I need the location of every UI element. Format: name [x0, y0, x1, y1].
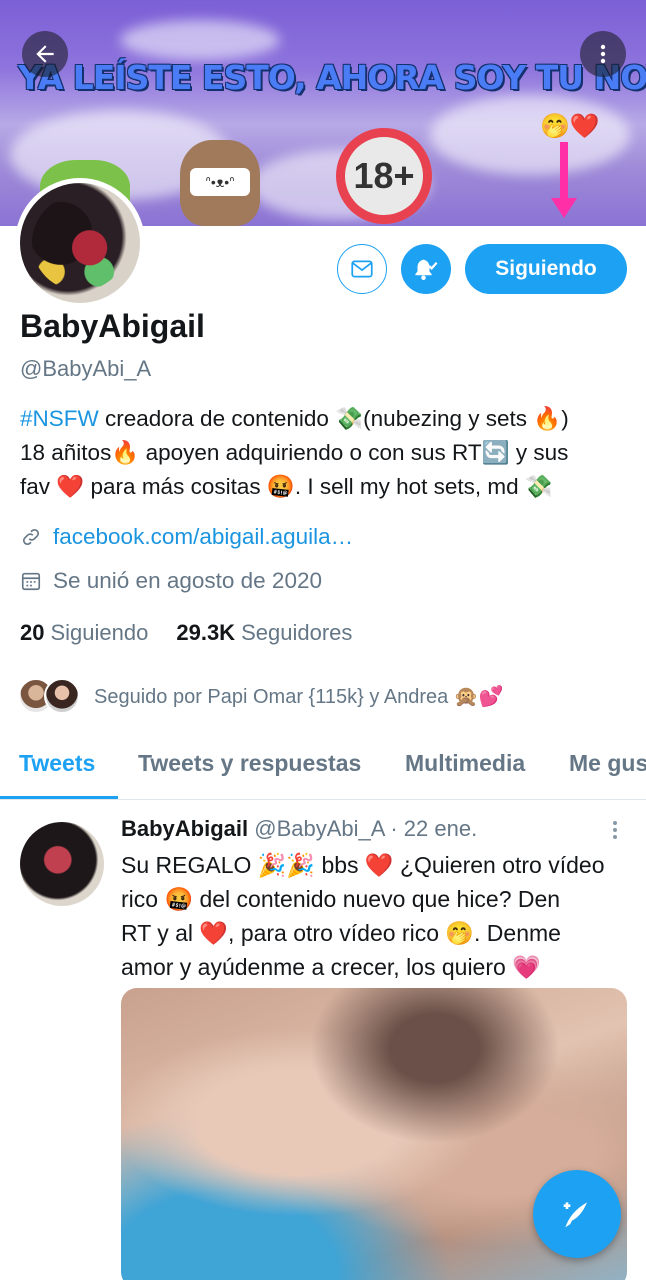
arrow-left-icon — [36, 45, 54, 63]
adult-badge: 18+ — [336, 128, 432, 224]
banner-title: YA LEÍSTE ESTO, AHORA SOY TU NOVIA, SÍGU… — [18, 58, 646, 97]
bio-line-1-text: creadora de contenido 💸(nubezing y sets … — [98, 406, 569, 431]
tab-tweets-replies[interactable]: Tweets y respuestas — [138, 750, 361, 777]
followers-label: Seguidores — [241, 620, 353, 645]
tweet-line-1: Su REGALO 🎉🎉 bbs ❤️ ¿Quieren otro vídeo — [121, 852, 605, 878]
joined-row: Se unió en agosto de 2020 — [20, 568, 322, 594]
following-button[interactable]: Siguiendo — [465, 244, 627, 294]
followers-count-link[interactable]: 29.3K Seguidores — [176, 620, 352, 646]
joined-date: Se unió en agosto de 2020 — [53, 568, 322, 593]
avatar-photo — [32, 195, 128, 291]
bio-line-1: #NSFW creadora de contenido 💸(nubezing y… — [20, 402, 630, 436]
profile-tabs: Tweets Tweets y respuestas Multimedia Me… — [0, 740, 646, 800]
link-icon — [20, 526, 42, 548]
compose-tweet-button[interactable] — [533, 1170, 621, 1258]
profile-name: BabyAbigail — [20, 308, 205, 344]
tweet-line-4: amor y ayúdenme a crecer, los quiero 💗 — [121, 954, 541, 980]
hashtag-link[interactable]: #NSFW — [20, 406, 99, 431]
website-row: facebook.com/abigail.aguila… — [20, 524, 353, 550]
bio-line-2: 18 añitos🔥 apoyen adquiriendo o con sus … — [20, 440, 569, 465]
tweet-author-avatar[interactable] — [20, 822, 104, 906]
tweet-text: Su REGALO 🎉🎉 bbs ❤️ ¿Quieren otro vídeo … — [121, 848, 631, 984]
more-vertical-icon — [613, 821, 617, 839]
tweet-line-3: RT y al ❤️, para otro vídeo rico 🤭. Denm… — [121, 920, 561, 946]
pink-arrow-graphic — [551, 142, 577, 218]
compose-feather-icon — [563, 1202, 587, 1228]
tweet-line-2: rico 🤬 del contenido nuevo que hice? Den — [121, 886, 561, 912]
profile-handle: @BabyAbi_A — [20, 356, 152, 381]
tab-likes[interactable]: Me gusta — [569, 750, 646, 777]
profile-bio: #NSFW creadora de contenido 💸(nubezing y… — [20, 402, 630, 504]
following-count: 20 — [20, 620, 45, 645]
dino-face: ᐢ•ᴥ•ᐢ — [190, 168, 250, 196]
followed-by-text: Seguido por Papi Omar {115k} y Andrea 🙊💕 — [94, 685, 504, 708]
banner-emojis: 🤭❤️ — [540, 113, 600, 140]
tweet-menu-button[interactable] — [606, 818, 624, 842]
envelope-icon — [351, 260, 373, 278]
tweet-author-name[interactable]: BabyAbigail — [121, 816, 248, 841]
followers-count: 29.3K — [176, 620, 236, 645]
more-options-button[interactable] — [580, 31, 626, 77]
calendar-icon — [20, 570, 42, 592]
more-vertical-icon — [600, 44, 606, 64]
following-count-link[interactable]: 20 Siguiendo — [20, 620, 148, 646]
following-label: Siguiendo — [50, 620, 149, 645]
tab-tweets[interactable]: Tweets — [19, 750, 95, 777]
profile-avatar[interactable] — [15, 178, 145, 308]
tab-media[interactable]: Multimedia — [405, 750, 525, 777]
website-link[interactable]: facebook.com/abigail.aguila… — [53, 524, 353, 550]
bell-check-icon — [415, 259, 438, 280]
bio-line-3: fav ❤️ para más cositas 🤬. I sell my hot… — [20, 474, 553, 499]
active-tab-indicator — [0, 796, 118, 799]
message-button[interactable] — [337, 244, 387, 294]
follower-avatar-2 — [44, 678, 80, 714]
back-button[interactable] — [22, 31, 68, 77]
adult-badge-label: 18+ — [345, 137, 423, 215]
notifications-button[interactable] — [401, 244, 451, 294]
follow-counts: 20 Siguiendo 29.3K Seguidores — [20, 620, 352, 646]
tweet-header: BabyAbigail @BabyAbi_A · 22 ene. — [121, 816, 477, 842]
followed-by-row[interactable]: Seguido por Papi Omar {115k} y Andrea 🙊💕 — [18, 678, 504, 714]
tweet-handle-date: @BabyAbi_A · 22 ene. — [248, 816, 478, 841]
